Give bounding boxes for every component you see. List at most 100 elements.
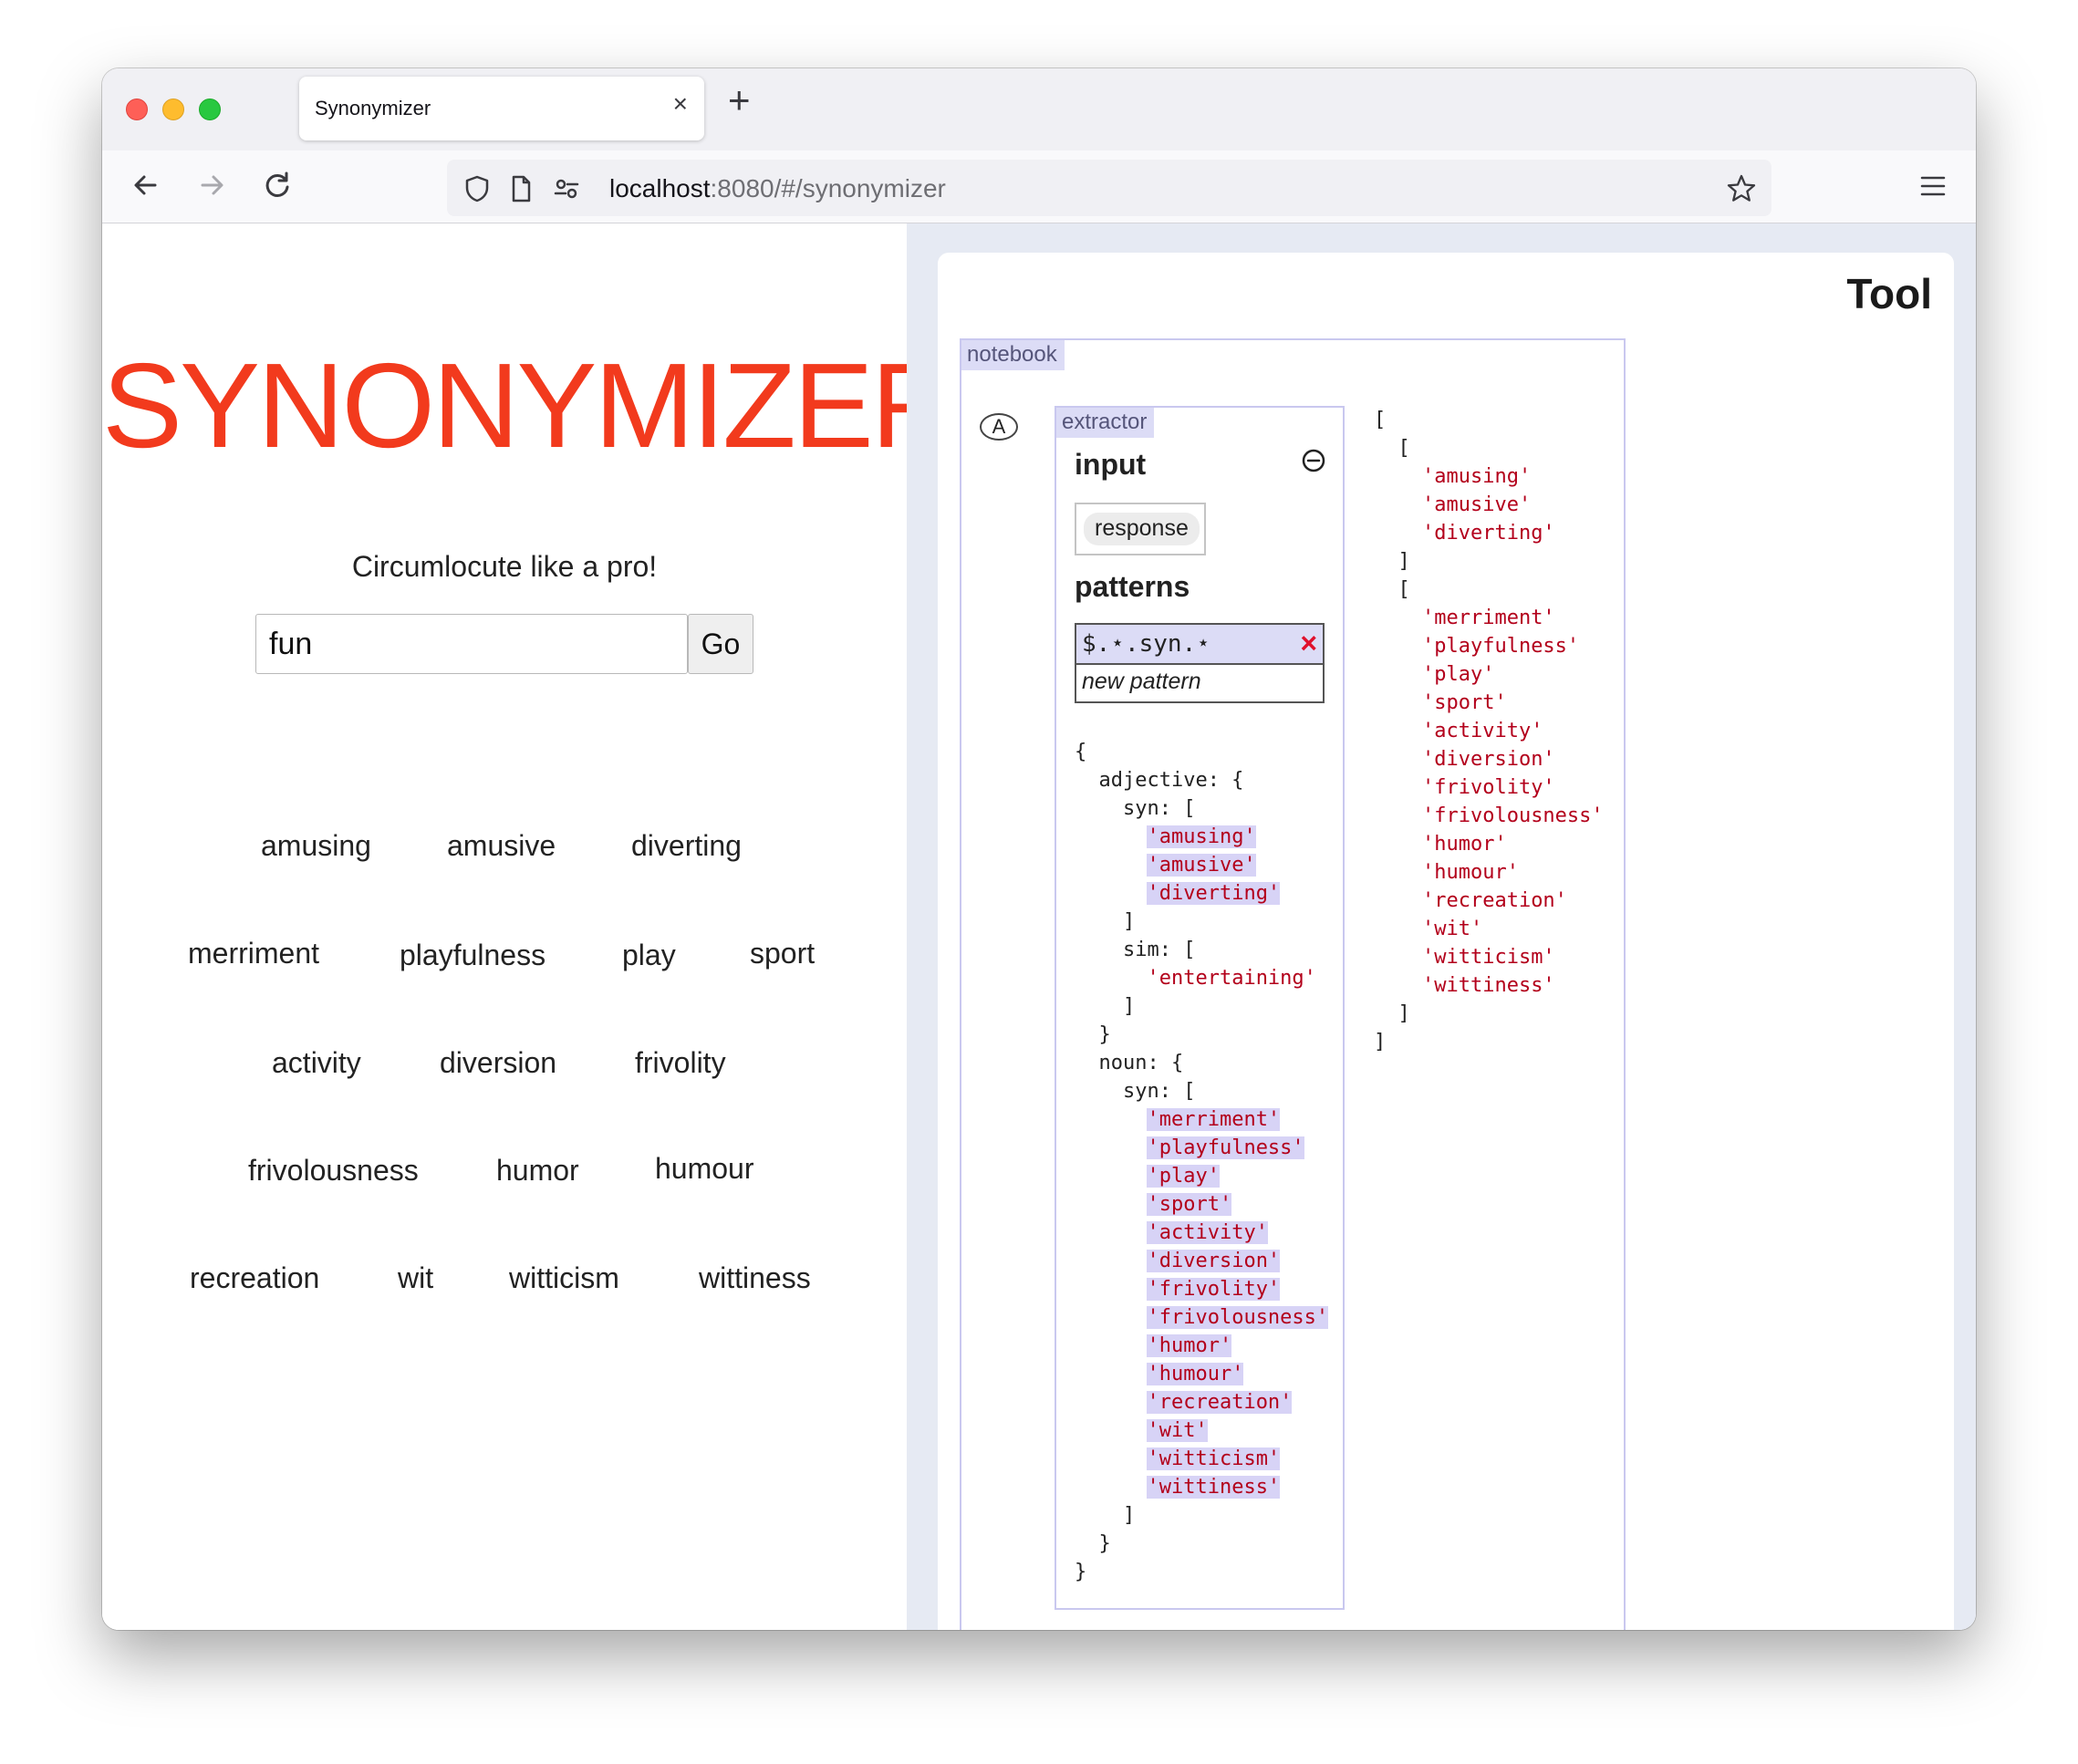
- patterns-heading: patterns: [1075, 570, 1190, 603]
- url-text[interactable]: localhost:8080/#/synonymizer: [609, 174, 946, 203]
- tool-card: Tool notebook A extractor input response: [938, 253, 1954, 1630]
- json-string: 'diverting': [1147, 882, 1281, 905]
- site-permissions-icon[interactable]: [551, 173, 582, 204]
- json-string: 'play': [1421, 663, 1495, 686]
- json-string: 'merriment': [1421, 607, 1555, 629]
- output-json-view: [ [ 'amusing' 'amusive' 'diverting' ] [ …: [1374, 409, 1604, 1053]
- delete-pattern-icon[interactable]: ×: [1300, 625, 1317, 661]
- result-word[interactable]: amusing: [261, 829, 371, 863]
- result-word[interactable]: wittiness: [699, 1261, 811, 1295]
- json-string: 'diversion': [1421, 748, 1555, 771]
- go-button[interactable]: Go: [688, 614, 753, 674]
- result-word[interactable]: sport: [750, 937, 815, 970]
- result-word[interactable]: recreation: [190, 1261, 319, 1295]
- tool-title: Tool: [1846, 270, 1932, 317]
- json-string: 'activity': [1147, 1221, 1268, 1244]
- json-string: 'witticism': [1147, 1448, 1281, 1470]
- back-icon[interactable]: [126, 165, 166, 205]
- app-title: SYNONYMIZER: [102, 338, 958, 472]
- json-string: 'amusive': [1147, 854, 1256, 877]
- patterns-list: $.⋆.syn.⋆ × new pattern: [1075, 623, 1325, 703]
- notebook: notebook A extractor input response patt…: [960, 338, 1626, 1630]
- json-string: 'merriment': [1147, 1108, 1281, 1131]
- pattern-row[interactable]: $.⋆.syn.⋆ ×: [1076, 625, 1323, 665]
- json-string: 'humor': [1421, 833, 1507, 856]
- json-string: 'wit': [1147, 1419, 1208, 1442]
- tab-title: Synonymizer: [315, 97, 431, 119]
- result-word[interactable]: witticism: [509, 1261, 619, 1295]
- search-form: Go: [255, 614, 753, 674]
- synonymizer-app: SYNONYMIZER Circumlocute like a pro! Go …: [102, 223, 958, 1630]
- json-string: 'wit': [1421, 918, 1483, 940]
- result-word[interactable]: humor: [496, 1154, 579, 1188]
- json-string: 'wittiness': [1147, 1476, 1281, 1499]
- forward-icon[interactable]: [192, 165, 232, 205]
- json-string: 'witticism': [1421, 946, 1555, 969]
- result-word[interactable]: wit: [398, 1261, 433, 1295]
- json-string: 'sport': [1147, 1193, 1232, 1216]
- json-string: 'frivolousness': [1147, 1306, 1329, 1329]
- result-word[interactable]: amusive: [447, 829, 556, 863]
- json-string: 'diversion': [1147, 1250, 1281, 1272]
- result-word[interactable]: merriment: [188, 937, 319, 970]
- input-drop-target[interactable]: response: [1075, 503, 1206, 555]
- result-word[interactable]: humour: [655, 1152, 754, 1186]
- address-bar[interactable]: localhost:8080/#/synonymizer: [447, 160, 1771, 216]
- url-path: :8080/#/synonymizer: [710, 174, 946, 202]
- json-string: 'playfulness': [1147, 1136, 1304, 1159]
- tool-pane: Tool notebook A extractor input response: [907, 223, 1976, 1630]
- shield-icon[interactable]: [462, 173, 493, 204]
- navigation-bar: localhost:8080/#/synonymizer: [102, 150, 1976, 223]
- extractor-label: extractor: [1056, 408, 1155, 438]
- json-string: 'entertaining': [1147, 967, 1316, 990]
- extractor-cell: extractor input response patterns $.⋆.sy…: [1055, 406, 1345, 1610]
- new-pattern-input[interactable]: new pattern: [1082, 669, 1201, 695]
- close-tab-icon[interactable]: ×: [673, 91, 688, 117]
- json-string: 'frivolity': [1147, 1278, 1281, 1301]
- result-word[interactable]: frivolousness: [248, 1154, 419, 1188]
- search-input[interactable]: [255, 614, 688, 674]
- json-string: 'amusive': [1421, 493, 1532, 516]
- json-string: 'wittiness': [1421, 974, 1555, 997]
- json-string: 'play': [1147, 1165, 1220, 1188]
- result-word[interactable]: playfulness: [400, 939, 545, 972]
- json-string: 'amusing': [1147, 825, 1256, 848]
- result-word[interactable]: play: [622, 939, 676, 972]
- minimize-window-button[interactable]: [162, 99, 184, 120]
- json-string: 'sport': [1421, 691, 1507, 714]
- url-host: localhost: [609, 174, 711, 202]
- tab-synonymizer[interactable]: Synonymizer ×: [299, 77, 704, 140]
- page-content: SYNONYMIZER Circumlocute like a pro! Go …: [102, 223, 1976, 1630]
- tab-strip: Synonymizer × +: [102, 68, 1976, 150]
- json-string: 'humor': [1147, 1334, 1232, 1357]
- hamburger-menu-icon[interactable]: [1919, 173, 1947, 199]
- json-string: 'frivolousness': [1421, 804, 1604, 827]
- page-icon[interactable]: [505, 173, 536, 204]
- notebook-label: notebook: [961, 340, 1065, 370]
- collapse-icon[interactable]: [1301, 448, 1326, 473]
- json-string: 'frivolity': [1421, 776, 1555, 799]
- json-string: 'recreation': [1147, 1391, 1293, 1414]
- json-string: 'humour': [1421, 861, 1519, 884]
- input-source-pill[interactable]: response: [1084, 513, 1200, 545]
- reload-icon[interactable]: [257, 165, 297, 205]
- browser-window: Synonymizer × + localhost:8080/#/synonym…: [102, 68, 1976, 1630]
- bookmark-star-icon[interactable]: [1726, 173, 1757, 204]
- result-word[interactable]: diverting: [631, 829, 742, 863]
- result-word[interactable]: activity: [272, 1046, 361, 1080]
- json-string: 'recreation': [1421, 889, 1567, 912]
- response-json-view: { adjective: { syn: [ 'amusing' 'amusive…: [1075, 741, 1329, 1583]
- cell-badge[interactable]: A: [980, 413, 1018, 441]
- json-string: 'diverting': [1421, 522, 1555, 545]
- json-string: 'playfulness': [1421, 635, 1580, 658]
- close-window-button[interactable]: [126, 99, 148, 120]
- result-word[interactable]: diversion: [440, 1046, 556, 1080]
- pattern-text[interactable]: $.⋆.syn.⋆: [1082, 630, 1210, 658]
- result-word[interactable]: frivolity: [635, 1046, 726, 1080]
- json-string: 'amusing': [1421, 465, 1532, 488]
- new-tab-button[interactable]: +: [728, 81, 751, 119]
- tagline: Circumlocute like a pro!: [351, 550, 658, 583]
- maximize-window-button[interactable]: [199, 99, 221, 120]
- input-heading: input: [1075, 448, 1147, 481]
- json-string: 'activity': [1421, 720, 1543, 742]
